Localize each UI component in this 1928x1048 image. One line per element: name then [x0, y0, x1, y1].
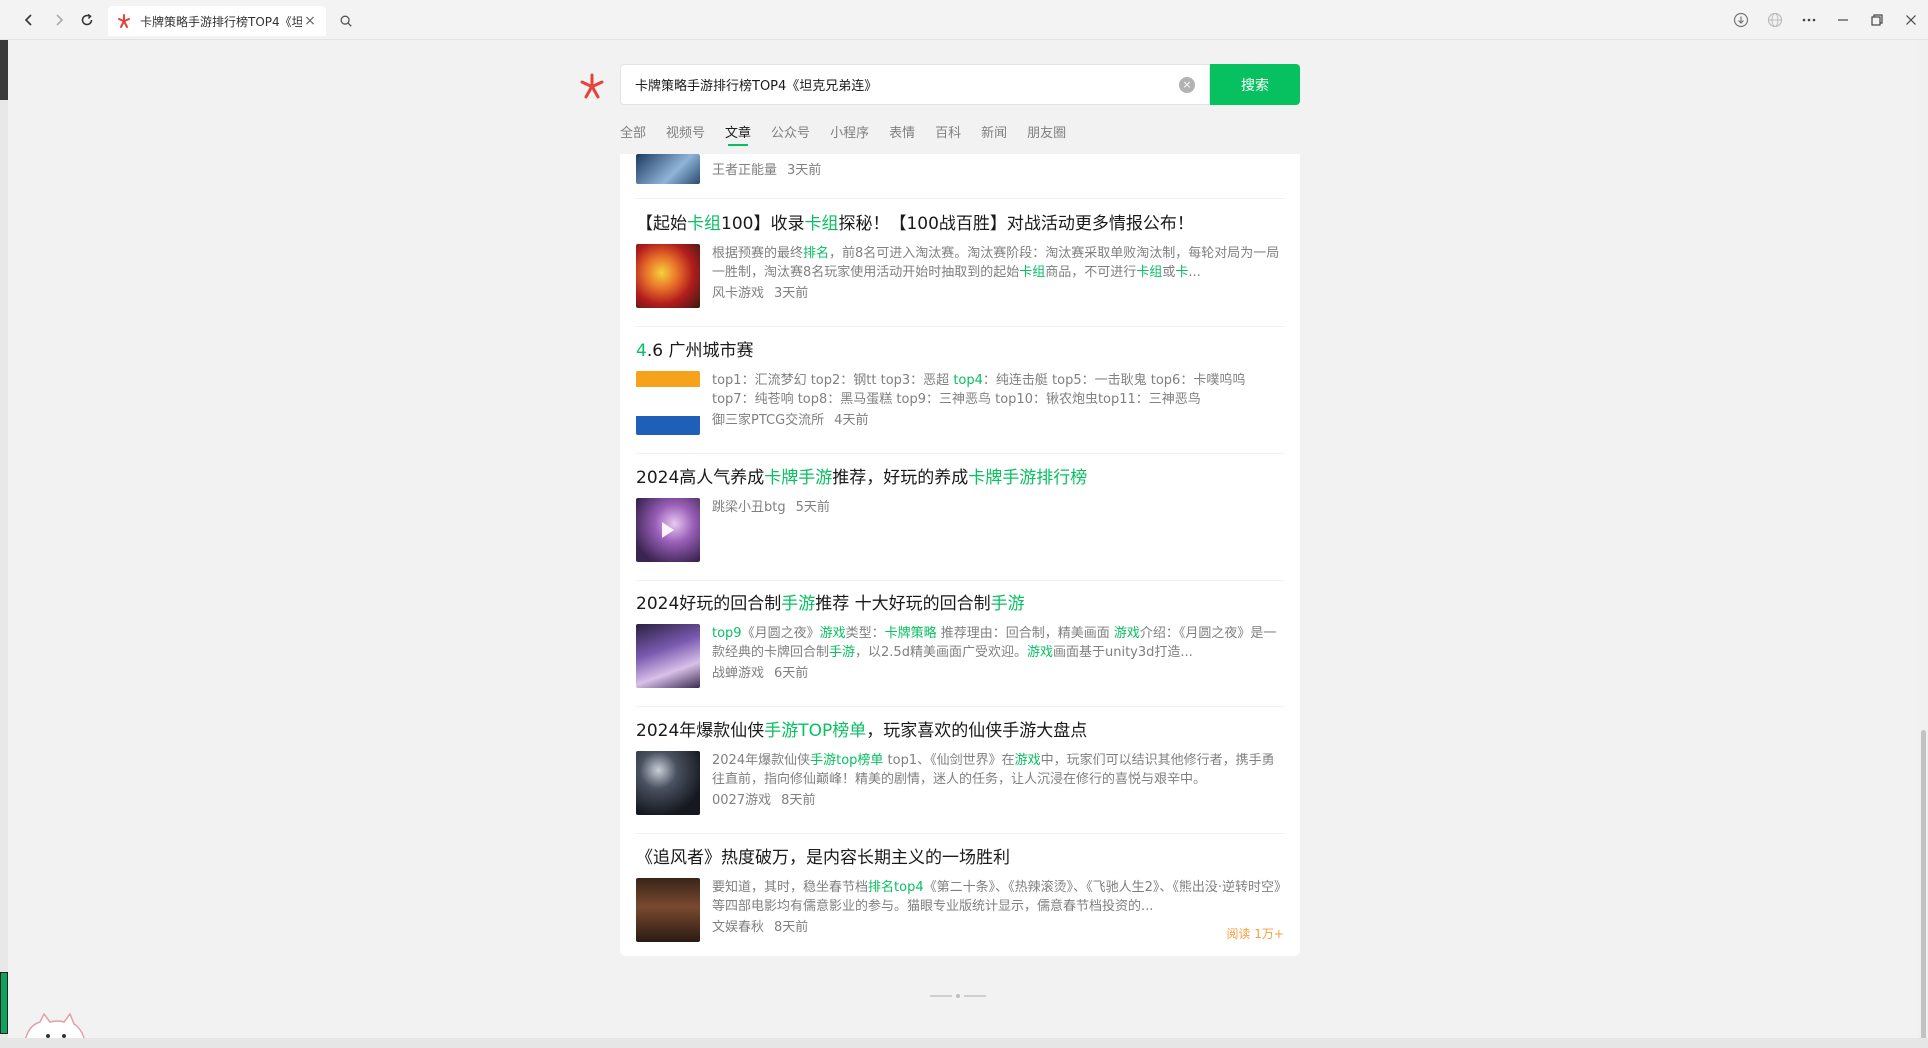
back-icon[interactable]	[18, 9, 40, 31]
list-item[interactable]: 【起始卡组100】收录卡组探秘！【100战百胜】对战活动更多情报公布！ 根据预赛…	[636, 212, 1284, 327]
window-controls	[1724, 0, 1928, 40]
list-item[interactable]: 2024高人气养成卡牌手游推荐，好玩的养成卡牌手游排行榜 跳梁小丑btg 5天前	[636, 466, 1284, 581]
article-time: 3天前	[774, 286, 809, 301]
article-snippet: top1：汇流梦幻 top2：钢tt top3：恶超 top4：纯连击艇 top…	[712, 373, 1246, 407]
search-button[interactable]: 搜索	[1210, 64, 1300, 105]
article-source[interactable]: 王者正能量	[712, 161, 777, 184]
article-time: 5天前	[795, 500, 830, 515]
tab-search-icon[interactable]	[334, 9, 358, 33]
article-source[interactable]: 跳梁小丑btg	[712, 498, 786, 518]
article-source[interactable]: 文娱春秋	[712, 918, 764, 938]
scrollbar-thumb[interactable]	[1921, 730, 1926, 1048]
tab-moments[interactable]: 朋友圈	[1027, 118, 1066, 148]
more-icon[interactable]	[1792, 0, 1826, 40]
article-thumbnail	[636, 154, 700, 184]
article-title[interactable]: 2024高人气养成卡牌手游推荐，好玩的养成卡牌手游排行榜	[636, 466, 1284, 490]
article-snippet: 要知道，其时，稳坐春节档排名top4《第二十条》、《热辣滚烫》、《飞驰人生2》、…	[712, 880, 1281, 914]
article-source[interactable]: 风卡游戏	[712, 284, 764, 304]
tab-mini-programs[interactable]: 小程序	[830, 118, 869, 148]
article-thumbnail	[636, 371, 700, 435]
article-title[interactable]: 2024好玩的回合制手游推荐 十大好玩的回合制手游	[636, 592, 1284, 616]
article-title[interactable]: 4.6 广州城市赛	[636, 339, 1284, 363]
article-snippet: top9《月圆之夜》游戏类型：卡牌策略 推荐理由：回合制，精美画面 游戏介绍：《…	[712, 626, 1277, 660]
article-source[interactable]: 战蝉游戏	[712, 664, 764, 684]
article-thumbnail	[636, 624, 700, 688]
tab-all[interactable]: 全部	[620, 118, 646, 148]
article-title[interactable]: 2024年爆款仙侠手游TOP榜单，玩家喜欢的仙侠手游大盘点	[636, 719, 1284, 743]
clear-search-icon[interactable]: ×	[1179, 76, 1195, 93]
bottom-edge	[0, 1038, 1928, 1048]
tab-news[interactable]: 新闻	[981, 118, 1007, 148]
article-source[interactable]: 0027游戏	[712, 791, 771, 811]
article-thumbnail	[636, 878, 700, 942]
article-title[interactable]: 《追风者》热度破万，是内容长期主义的一场胜利	[636, 846, 1284, 870]
browser-toolbar: 卡牌策略手游排行榜TOP4《坦 ×	[0, 0, 1928, 40]
browser-window: 卡牌策略手游排行榜TOP4《坦 × 卡牌策略手游排行榜TOP4《坦克兄弟连》 ×…	[0, 0, 1928, 1048]
forward-icon[interactable]	[48, 9, 70, 31]
wechat-search-icon	[118, 14, 130, 28]
article-time: 8天前	[781, 793, 816, 808]
article-snippet: 2024年爆款仙侠手游top榜单 top1、《仙剑世界》在游戏中，玩家们可以结识…	[712, 753, 1275, 787]
list-item[interactable]: 《追风者》热度破万，是内容长期主义的一场胜利 要知道，其时，稳坐春节档排名top…	[636, 846, 1284, 956]
wechat-search-logo-icon	[580, 73, 604, 99]
page-dot[interactable]	[956, 994, 960, 998]
left-panel-tab[interactable]	[0, 972, 8, 1034]
tab-stickers[interactable]: 表情	[889, 118, 915, 148]
tab-articles[interactable]: 文章	[725, 118, 751, 148]
left-edge-dark	[0, 40, 8, 100]
list-item[interactable]: 4.6 广州城市赛 top1：汇流梦幻 top2：钢tt top3：恶超 top…	[636, 339, 1284, 454]
restore-icon[interactable]	[1860, 0, 1894, 40]
tab-encyclopedia[interactable]: 百科	[935, 118, 961, 148]
list-item[interactable]: 2024年爆款仙侠手游TOP榜单，玩家喜欢的仙侠手游大盘点 2024年爆款仙侠手…	[636, 719, 1284, 834]
play-icon	[662, 522, 674, 538]
list-item[interactable]: 王者正能量 3天前	[636, 154, 1284, 199]
tab-title: 卡牌策略手游排行榜TOP4《坦	[140, 14, 302, 29]
category-tabs: 全部 视频号 文章 公众号 小程序 表情 百科 新闻 朋友圈	[620, 118, 1086, 148]
tab-official-accounts[interactable]: 公众号	[771, 118, 810, 148]
minimize-icon[interactable]	[1826, 0, 1860, 40]
browser-tab[interactable]: 卡牌策略手游排行榜TOP4《坦 ×	[108, 6, 326, 36]
article-source[interactable]: 御三家PTCG交流所	[712, 411, 824, 431]
article-thumbnail	[636, 751, 700, 815]
article-time: 8天前	[774, 920, 809, 935]
download-icon[interactable]	[1724, 0, 1758, 40]
left-edge	[0, 40, 8, 1048]
close-tab-icon[interactable]: ×	[302, 13, 318, 29]
article-title[interactable]: 【起始卡组100】收录卡组探秘！【100战百胜】对战活动更多情报公布！	[636, 212, 1284, 236]
tab-video[interactable]: 视频号	[666, 118, 705, 148]
article-time: 6天前	[774, 666, 809, 681]
article-time: 4天前	[834, 413, 869, 428]
search-input[interactable]: 卡牌策略手游排行榜TOP4《坦克兄弟连》 ×	[620, 64, 1210, 105]
scrollbar-track[interactable]	[1918, 40, 1928, 1048]
list-item[interactable]: 2024好玩的回合制手游推荐 十大好玩的回合制手游 top9《月圆之夜》游戏类型…	[636, 592, 1284, 707]
globe-icon[interactable]	[1758, 0, 1792, 40]
article-thumbnail	[636, 244, 700, 308]
read-count: 阅读 1万+	[1226, 927, 1284, 941]
search-query[interactable]: 卡牌策略手游排行榜TOP4《坦克兄弟连》	[635, 75, 1179, 94]
video-thumbnail	[636, 498, 700, 562]
refresh-icon[interactable]	[76, 9, 98, 31]
article-snippet: 根据预赛的最终排名，前8名可进入淘汰赛。淘汰赛阶段：淘汰赛采取单败淘汰制，每轮对…	[712, 246, 1280, 280]
article-time: 3天前	[787, 163, 822, 178]
pagination[interactable]	[926, 994, 990, 998]
results-list: 王者正能量 3天前 【起始卡组100】收录卡组探秘！【100战百胜】对战活动更多…	[620, 154, 1300, 956]
close-window-icon[interactable]	[1894, 0, 1928, 40]
